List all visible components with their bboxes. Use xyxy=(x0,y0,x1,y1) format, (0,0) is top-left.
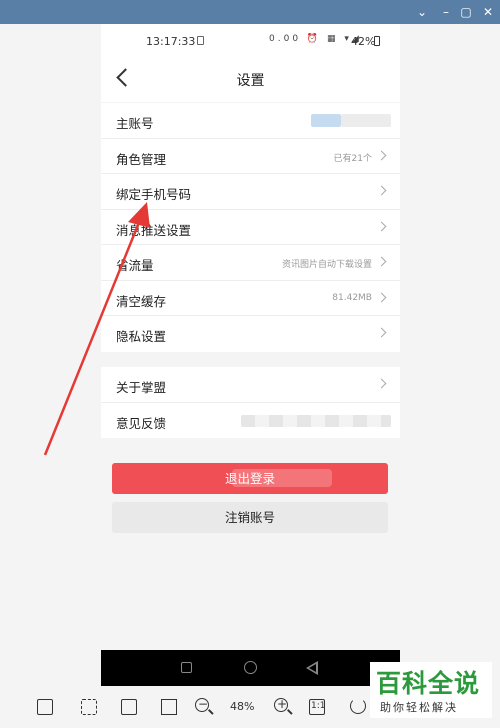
crop-icon[interactable] xyxy=(158,696,180,718)
zoom-in-icon[interactable]: + xyxy=(272,696,294,718)
arrow-head xyxy=(128,202,150,228)
fullscreen-icon[interactable] xyxy=(78,696,100,718)
watermark-logo: 百科全说 助你轻松解决 xyxy=(370,662,492,718)
actual-size-button[interactable]: 1:1 xyxy=(306,696,328,718)
watermark-title: 百科全说 xyxy=(376,669,481,698)
layout-icon[interactable] xyxy=(34,696,56,718)
arrow-shaft xyxy=(43,214,144,456)
viewer-window: ⌄ – ▢ ✕ 13:17:33 0.00 ⏰ ▦ ▾◢ 42% 设置 主账号 … xyxy=(0,0,500,728)
screenshot-icon[interactable] xyxy=(118,696,140,718)
zoom-level: 48% xyxy=(230,700,255,713)
actual-size-label: 1:1 xyxy=(311,701,326,711)
annotation-arrow xyxy=(43,202,150,456)
zoom-out-icon[interactable]: − xyxy=(193,696,215,718)
rotate-icon[interactable] xyxy=(348,696,370,718)
watermark-subtitle: 助你轻松解决 xyxy=(380,701,458,714)
